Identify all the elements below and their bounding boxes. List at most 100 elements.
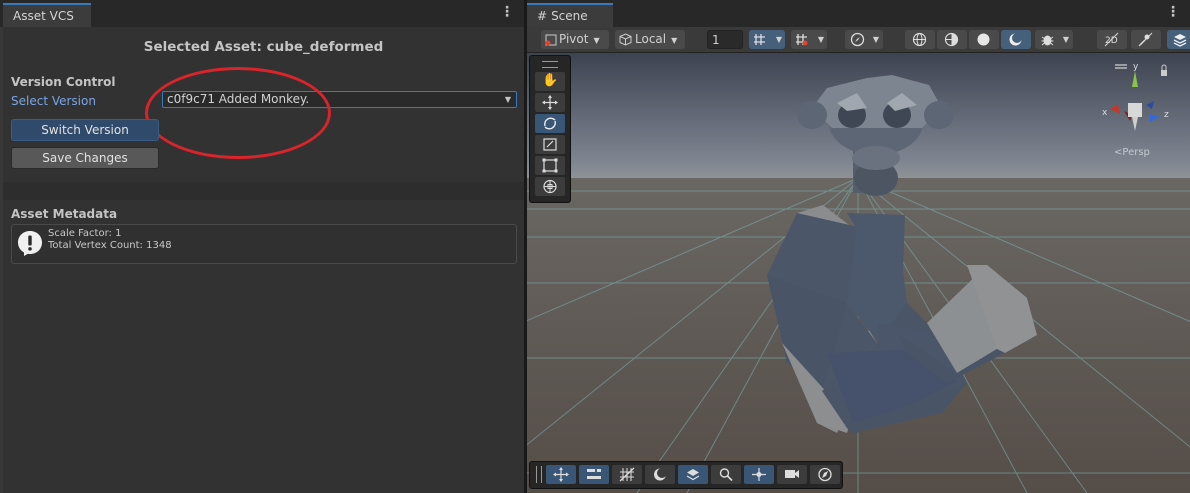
increment-snap-toggle[interactable]: ▼ [791, 30, 827, 49]
metadata-helpbox: Scale Factor: 1 Total Vertex Count: 1348 [11, 224, 517, 264]
rect-tool-button[interactable] [535, 156, 565, 175]
gizmo-axis-x: x [1102, 108, 1108, 118]
asset-vcs-panel: Asset VCS ⋮ Selected Asset: cube_deforme… [0, 0, 524, 493]
info-icon [18, 231, 42, 256]
overlay-handle-icon[interactable] [542, 61, 558, 68]
grid-size-input[interactable]: 1 [707, 30, 743, 49]
chevron-down-icon: ▼ [872, 35, 879, 44]
rotate-tool-button[interactable] [535, 114, 565, 133]
chevron-down-icon: ▼ [593, 36, 600, 45]
draw-mode-dropdown[interactable]: ▼ [845, 30, 883, 49]
snapping-icon [686, 469, 700, 481]
orientation-toggle[interactable] [744, 465, 774, 484]
grid-snap-toggle[interactable]: ▼ [749, 30, 785, 49]
tab-asset-vcs[interactable]: Asset VCS [3, 3, 91, 27]
gizmo-persp-label[interactable]: <Persp [1114, 147, 1150, 158]
tab-scene[interactable]: # Scene [527, 3, 613, 27]
rotate-icon [544, 117, 556, 130]
debug-draw-dropdown[interactable]: ▼ [1035, 30, 1073, 49]
chevron-down-icon: ▼ [817, 35, 824, 44]
section-divider [3, 182, 524, 200]
version-dropdown[interactable]: c0f9c71 Added Monkey. ▼ [162, 91, 517, 108]
pivot-dropdown[interactable]: Pivot ▼ [541, 30, 609, 49]
scene-viewport[interactable]: x y z <Persp ✋ [527, 53, 1190, 493]
grid-hash-icon: # [537, 9, 548, 23]
chevron-down-icon: ▼ [775, 35, 782, 44]
scene-tab-bar: # Scene ⋮ [527, 0, 1190, 27]
metadata-vertex-count: Total Vertex Count: 1348 [48, 240, 172, 251]
toolsettings-icon [587, 468, 601, 479]
transform-tool-button[interactable] [535, 177, 565, 196]
scale-icon [543, 138, 557, 151]
pivot-label: Pivot [559, 32, 589, 46]
left-tab-bar: Asset VCS ⋮ [0, 0, 524, 27]
asset-metadata-heading: Asset Metadata [11, 207, 118, 221]
page-title: Selected Asset: cube_deformed [143, 39, 384, 55]
switch-version-button[interactable]: Switch Version [11, 119, 159, 141]
layers-icon [1173, 34, 1187, 47]
scene-more-options-icon[interactable]: ⋮ [1166, 4, 1180, 20]
more-options-icon[interactable]: ⋮ [500, 4, 514, 20]
scale-tool-button[interactable] [535, 135, 565, 154]
hand-tool-button[interactable]: ✋ [535, 72, 565, 91]
search-icon [719, 468, 733, 482]
shaded-button[interactable] [969, 30, 999, 49]
bug-icon [1041, 35, 1054, 46]
chevron-down-icon: ▼ [1062, 35, 1069, 44]
gizmo-axis-y: y [1133, 62, 1139, 72]
tools-overlay: ✋ [529, 55, 571, 203]
shaded-wire-sphere-icon [944, 32, 959, 47]
move-icon [542, 95, 558, 110]
search-toggle[interactable] [711, 465, 741, 484]
lit-shading-button[interactable] [1001, 30, 1031, 49]
scene-toolbar: Pivot ▼ Local ▼ 1 ▼ ▼ ▼ ▼ 2D [527, 27, 1190, 53]
save-changes-button[interactable]: Save Changes [11, 147, 159, 169]
lighting-toggle-icon [1138, 32, 1153, 47]
move-view-toggle[interactable] [546, 465, 576, 484]
scene-render [527, 53, 1190, 493]
pivot-icon [545, 34, 557, 46]
shaded-sphere-icon [977, 33, 990, 46]
toolsettings-toggle[interactable] [579, 465, 609, 484]
hand-icon: ✋ [542, 73, 559, 88]
2d-toggle-button[interactable]: 2D [1097, 30, 1127, 49]
version-dropdown-value: c0f9c71 Added Monkey. [167, 92, 310, 106]
scene-panel: # Scene ⋮ Pivot ▼ Local ▼ 1 ▼ ▼ ▼ ▼ 2D x… [527, 0, 1190, 493]
move-tool-button[interactable] [535, 93, 565, 112]
overlay-grip-icon[interactable] [536, 466, 542, 483]
navigation-toggle[interactable] [810, 465, 840, 484]
chevron-down-icon: ▼ [504, 95, 511, 104]
transform-icon [543, 179, 557, 194]
2d-toggle-icon: 2D [1104, 32, 1119, 47]
move-icon [553, 467, 569, 482]
orientation-icon [752, 468, 766, 481]
compass-icon [850, 32, 865, 47]
snapping-toggle[interactable] [678, 465, 708, 484]
increment-snap-icon [796, 34, 808, 46]
local-dropdown[interactable]: Local ▼ [615, 30, 685, 49]
grid-visibility-toggle[interactable] [612, 465, 642, 484]
scene-orientation-gizmo[interactable]: x y z <Persp [1092, 59, 1182, 159]
lit-sphere-icon [1009, 33, 1022, 46]
layers-toggle-button[interactable] [1167, 30, 1190, 49]
camera-toggle[interactable] [777, 465, 807, 484]
rect-transform-icon [542, 158, 558, 173]
wireframe-shading-button[interactable] [905, 30, 935, 49]
cube-icon [619, 33, 632, 46]
tab-scene-label: Scene [551, 9, 588, 23]
persp-chevron-icon: < [1114, 147, 1122, 158]
compass-icon [818, 467, 832, 482]
camera-icon [785, 470, 799, 478]
lighting-toggle-button[interactable] [1131, 30, 1161, 49]
lock-icon[interactable] [1161, 70, 1167, 76]
select-version-label: Select Version [11, 94, 96, 108]
shaded-wireframe-button[interactable] [937, 30, 967, 49]
metadata-scale-factor: Scale Factor: 1 [48, 228, 122, 239]
render-mode-toggle[interactable] [645, 465, 675, 484]
grid-visibility-icon [619, 467, 635, 482]
asset-vcs-content: Selected Asset: cube_deformed Version Co… [3, 27, 524, 493]
wireframe-sphere-icon [912, 32, 927, 47]
red-annotation-circle [145, 67, 331, 159]
chevron-down-icon: ▼ [671, 36, 678, 45]
local-label: Local [635, 32, 667, 46]
